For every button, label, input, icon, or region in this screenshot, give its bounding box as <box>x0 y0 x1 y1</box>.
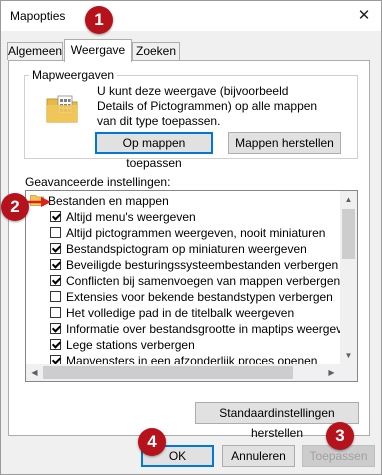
setting-label: Altijd pictogrammen weergeven, nooit min… <box>66 226 326 240</box>
setting-label: Extensies voor bekende bestandstypen ver… <box>66 290 333 304</box>
tab-algemeen[interactable]: Algemeen <box>7 42 63 60</box>
vertical-scrollbar[interactable]: ▲ ▼ <box>340 191 357 364</box>
window-title: Mapopties <box>10 9 66 23</box>
folder-options-dialog: Mapopties ✕ Algemeen Weergave Zoeken Map… <box>0 0 382 475</box>
tab-weergave[interactable]: Weergave <box>64 39 132 62</box>
setting-label: Lege stations verbergen <box>66 338 195 352</box>
tab-zoeken[interactable]: Zoeken <box>132 42 180 60</box>
cancel-button[interactable]: Annuleren <box>222 445 295 467</box>
callout-1: 1 <box>85 6 113 34</box>
callout-4: 4 <box>138 428 166 456</box>
callout-2: 2 <box>1 193 29 221</box>
checkbox[interactable] <box>50 307 61 318</box>
advanced-settings-content: Bestanden en mappen Altijd menu's weerge… <box>26 191 340 364</box>
checkbox[interactable] <box>50 259 61 270</box>
advanced-settings-label: Geavanceerde instellingen: <box>25 175 171 189</box>
checkbox[interactable] <box>50 339 61 350</box>
setting-label: Informatie over bestandsgrootte in mapti… <box>66 322 340 336</box>
category-label: Bestanden en mappen <box>48 194 169 208</box>
setting-label: Altijd menu's weergeven <box>66 210 196 224</box>
checkbox[interactable] <box>50 275 61 286</box>
checkbox[interactable] <box>50 355 61 364</box>
reset-folders-button[interactable]: Mappen herstellen <box>228 132 341 154</box>
scrollbar-corner <box>340 364 357 381</box>
title-bar: Mapopties ✕ <box>1 1 381 31</box>
close-button[interactable]: ✕ <box>353 4 375 26</box>
folder-icon <box>46 95 78 123</box>
scroll-right-icon[interactable]: ▶ <box>323 364 340 381</box>
callout-3: 3 <box>326 422 354 450</box>
advanced-settings-list[interactable]: Bestanden en mappen Altijd menu's weerge… <box>25 190 358 382</box>
setting-label: Conflicten bij samenvoegen van mappen ve… <box>66 274 340 288</box>
folder-views-label: Mapweergaven <box>29 68 118 82</box>
checkbox[interactable] <box>50 291 61 302</box>
checkbox[interactable] <box>50 227 61 238</box>
checkbox[interactable] <box>50 243 61 254</box>
vertical-scroll-thumb[interactable] <box>342 209 355 259</box>
setting-label: Het volledige pad in de titelbalk weerge… <box>66 306 295 320</box>
folder-views-description: U kunt deze weergave (bijvoorbeeld Detai… <box>97 84 318 128</box>
horizontal-scroll-thumb[interactable] <box>43 366 293 379</box>
apply-to-folders-button[interactable]: Op mappen toepassen <box>95 132 213 170</box>
scroll-up-icon[interactable]: ▲ <box>340 191 357 208</box>
horizontal-scrollbar[interactable]: ◀ ▶ <box>26 364 340 381</box>
setting-label: Bestandspictogram op miniaturen weergeve… <box>66 242 307 256</box>
checkbox[interactable] <box>50 323 61 334</box>
setting-label: Mapvensters in een afzonderlijk proces o… <box>66 354 318 364</box>
checkbox[interactable] <box>50 211 61 222</box>
arrow-right-icon <box>27 197 51 207</box>
setting-label: Beveiligde besturingssysteembestanden ve… <box>66 258 340 272</box>
scroll-left-icon[interactable]: ◀ <box>26 364 43 381</box>
scroll-down-icon[interactable]: ▼ <box>340 347 357 364</box>
restore-defaults-button[interactable]: Standaardinstellingen herstellen <box>195 402 359 440</box>
